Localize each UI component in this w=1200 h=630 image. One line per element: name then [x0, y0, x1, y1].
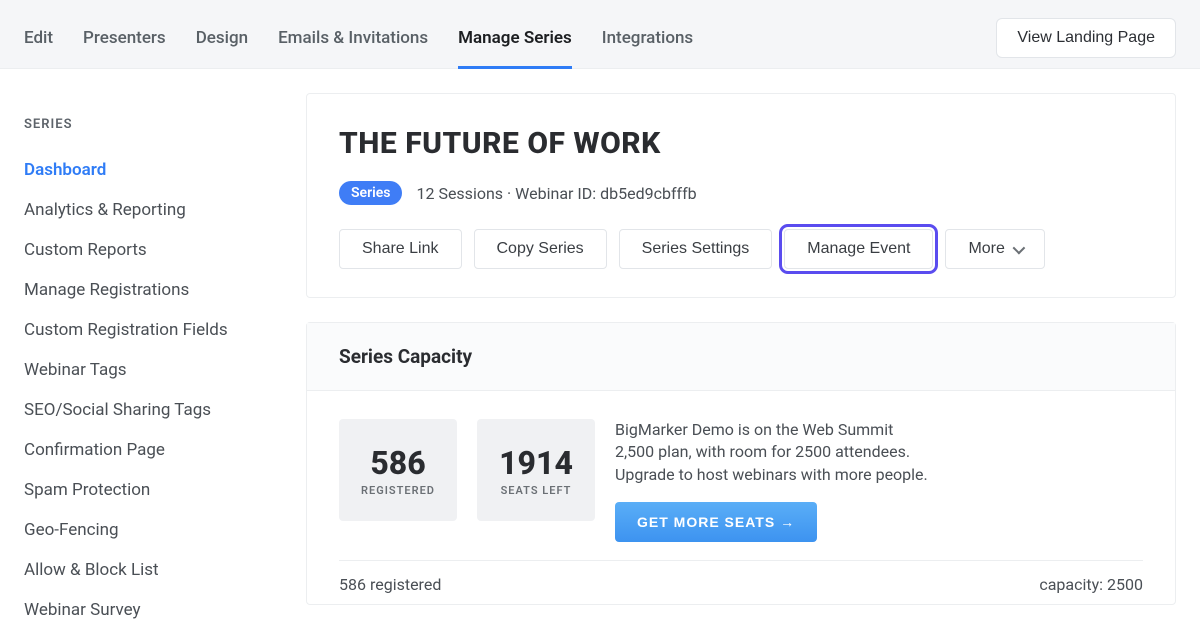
capacity-description: BigMarker Demo is on the Web Summit 2,50…: [615, 419, 935, 486]
sidebar-item-seo-social-sharing-tags[interactable]: SEO/Social Sharing Tags: [24, 390, 270, 430]
series-title: THE FUTURE OF WORK: [339, 126, 1143, 161]
capacity-footer-registered: 586 registered: [339, 575, 441, 594]
series-meta-row: Series 12 Sessions · Webinar ID: db5ed9c…: [339, 181, 1143, 205]
stat-seats-left-label: SEATS LEFT: [501, 484, 572, 497]
sidebar-item-confirmation-page[interactable]: Confirmation Page: [24, 430, 270, 470]
capacity-footer-capacity: capacity: 2500: [1039, 575, 1143, 594]
sidebar-item-geo-fencing[interactable]: Geo-Fencing: [24, 510, 270, 550]
sidebar-item-webinar-survey[interactable]: Webinar Survey: [24, 590, 270, 630]
sidebar-item-dashboard[interactable]: Dashboard: [24, 150, 270, 190]
tab-manage-series[interactable]: Manage Series: [458, 28, 572, 69]
sidebar-item-webinar-tags[interactable]: Webinar Tags: [24, 350, 270, 390]
stat-registered-label: REGISTERED: [361, 484, 435, 497]
tab-integrations[interactable]: Integrations: [602, 28, 693, 69]
tab-emails-invitations[interactable]: Emails & Invitations: [278, 28, 428, 69]
stat-registered: 586 REGISTERED: [339, 419, 457, 521]
capacity-body: 586 REGISTERED 1914 SEATS LEFT BigMarker…: [307, 391, 1175, 560]
series-actions: Share Link Copy Series Series Settings M…: [339, 229, 1143, 269]
series-badge: Series: [339, 181, 402, 205]
series-header-card: THE FUTURE OF WORK Series 12 Sessions · …: [306, 93, 1176, 298]
sidebar-item-analytics-reporting[interactable]: Analytics & Reporting: [24, 190, 270, 230]
view-landing-page-button[interactable]: View Landing Page: [996, 18, 1176, 58]
stat-seats-left: 1914 SEATS LEFT: [477, 419, 595, 521]
sidebar-item-allow-block-list[interactable]: Allow & Block List: [24, 550, 270, 590]
series-capacity-card: Series Capacity 586 REGISTERED 1914 SEAT…: [306, 322, 1176, 605]
stat-registered-value: 586: [370, 444, 425, 482]
chevron-down-icon: [1012, 241, 1025, 254]
get-more-seats-button[interactable]: GET MORE SEATS →: [615, 502, 817, 542]
manage-event-button[interactable]: Manage Event: [784, 229, 933, 269]
more-button[interactable]: More: [945, 229, 1044, 269]
main-content: THE FUTURE OF WORK Series 12 Sessions · …: [306, 93, 1176, 630]
more-button-label: More: [968, 240, 1004, 258]
series-settings-button[interactable]: Series Settings: [619, 229, 773, 269]
sidebar-section-label: SERIES: [24, 117, 270, 132]
tab-edit[interactable]: Edit: [24, 28, 53, 69]
tab-design[interactable]: Design: [196, 28, 248, 69]
stat-seats-left-value: 1914: [499, 444, 573, 482]
sidebar: SERIES Dashboard Analytics & Reporting C…: [24, 93, 270, 630]
series-meta-text: 12 Sessions · Webinar ID: db5ed9cbfffb: [416, 184, 696, 203]
nav-tabs: Edit Presenters Design Emails & Invitati…: [24, 8, 693, 68]
sidebar-item-custom-reports[interactable]: Custom Reports: [24, 230, 270, 270]
capacity-header: Series Capacity: [307, 323, 1175, 391]
copy-series-button[interactable]: Copy Series: [474, 229, 607, 269]
tab-presenters[interactable]: Presenters: [83, 28, 166, 69]
sidebar-item-custom-registration-fields[interactable]: Custom Registration Fields: [24, 310, 270, 350]
capacity-footer: 586 registered capacity: 2500: [339, 560, 1143, 604]
share-link-button[interactable]: Share Link: [339, 229, 462, 269]
sidebar-item-spam-protection[interactable]: Spam Protection: [24, 470, 270, 510]
sidebar-item-manage-registrations[interactable]: Manage Registrations: [24, 270, 270, 310]
capacity-description-block: BigMarker Demo is on the Web Summit 2,50…: [615, 419, 935, 542]
top-nav: Edit Presenters Design Emails & Invitati…: [0, 8, 1200, 68]
